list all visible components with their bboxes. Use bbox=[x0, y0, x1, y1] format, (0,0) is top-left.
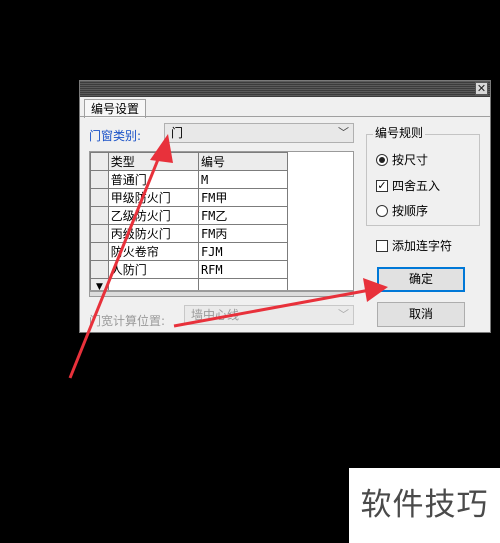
arrow-to-category bbox=[68, 151, 163, 379]
arrowhead-icon bbox=[363, 278, 388, 302]
annotation-arrows bbox=[68, 134, 388, 379]
watermark: 软件技巧 bbox=[349, 468, 500, 543]
arrowhead-icon bbox=[150, 134, 173, 163]
arrow-to-ok bbox=[173, 288, 371, 328]
